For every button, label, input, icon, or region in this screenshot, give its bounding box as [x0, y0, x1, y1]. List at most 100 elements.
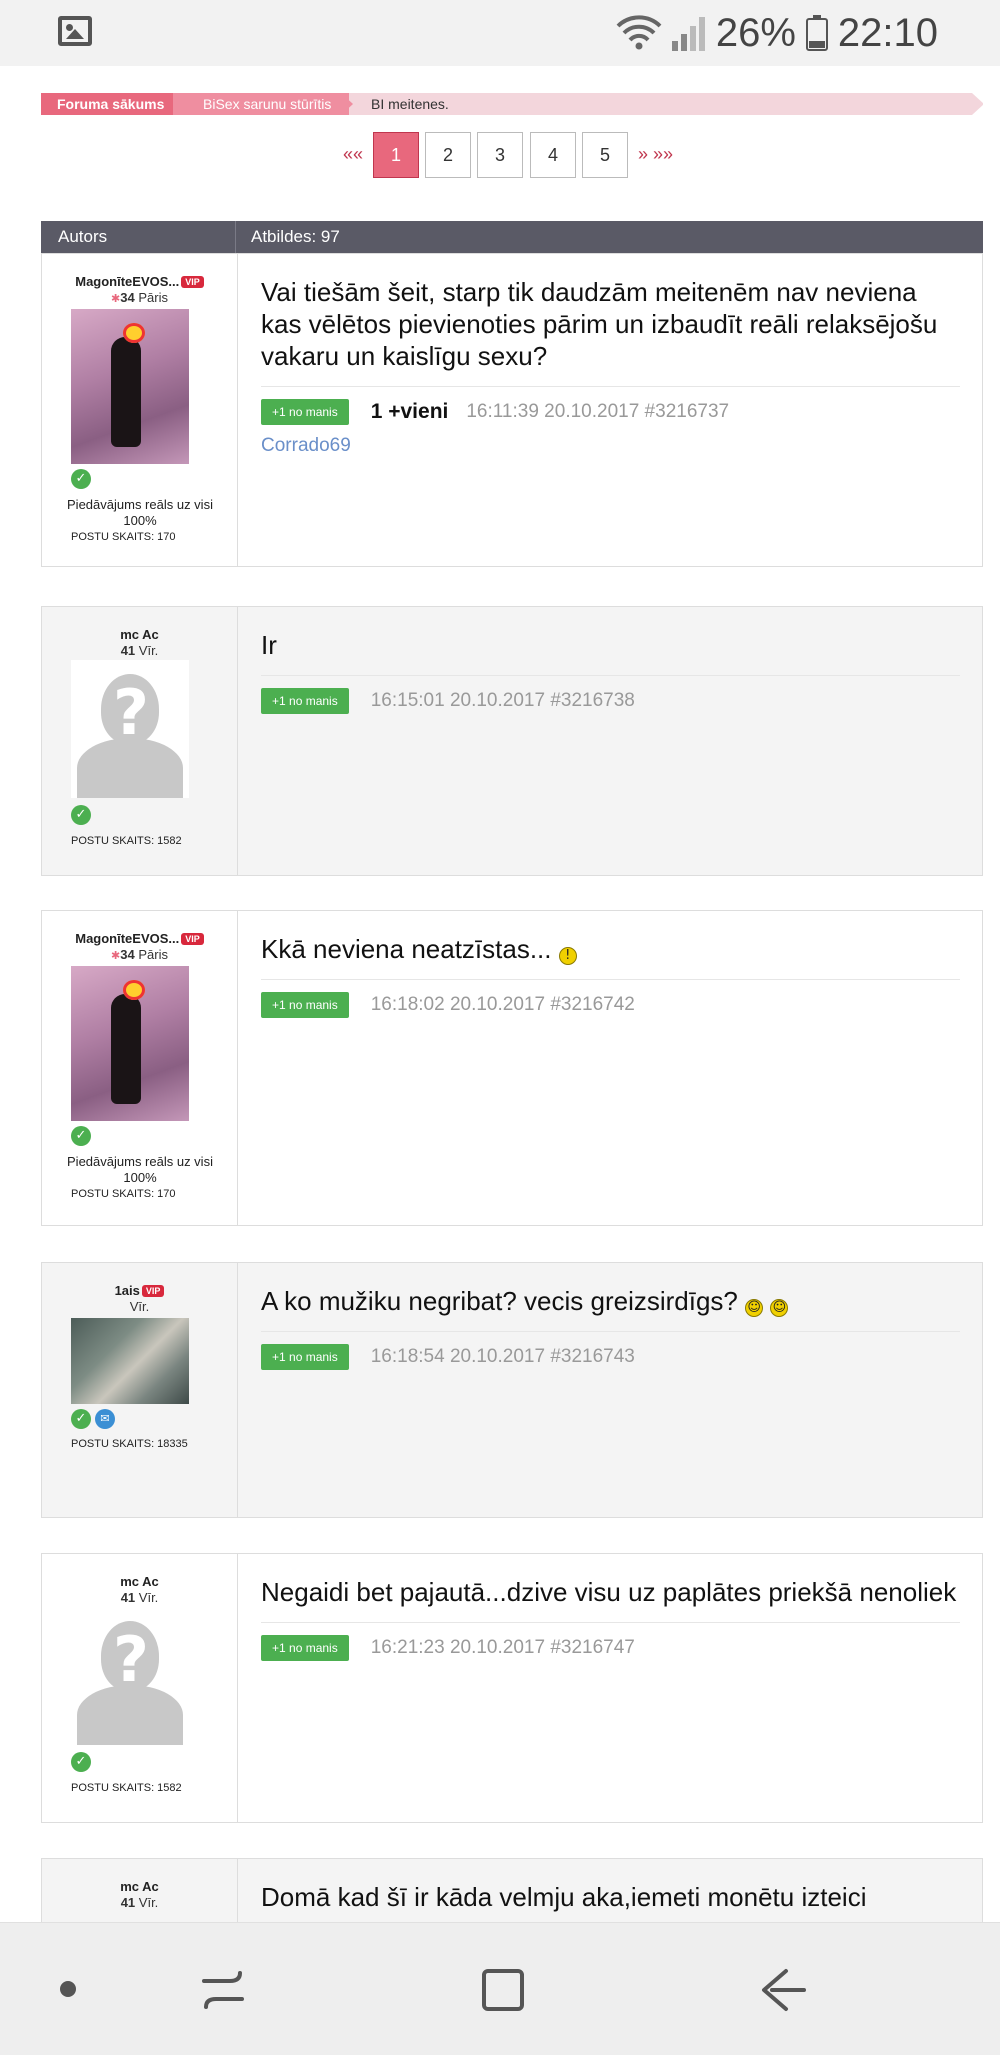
header-author: Autors	[58, 227, 108, 246]
plus-one-button[interactable]: +1 no manis	[261, 992, 349, 1018]
vip-badge: VIP	[141, 1285, 165, 1297]
page-button-1[interactable]: 1	[373, 132, 419, 178]
post-meta: +1 no manis 16:18:54 20.10.2017 #3216743	[261, 1344, 960, 1370]
pagination-prev[interactable]: ««	[343, 144, 363, 165]
verified-icon: ✓	[71, 1409, 91, 1429]
avatar-emoji	[123, 323, 145, 343]
post-message: Vai tiešām šeit, starp tik daudzām meite…	[261, 277, 938, 371]
forum-post: 1ais VIP Vīr. ✓ ✉ POSTU SKAITS: 18335 A k…	[41, 1262, 983, 1518]
user-info: 41 Vīr.	[120, 1590, 159, 1605]
username[interactable]: MagonīteEVOS... VIP	[42, 274, 237, 289]
post-timestamp[interactable]: 16:18:54 20.10.2017 #3216743	[371, 1346, 635, 1368]
back-icon[interactable]	[760, 1967, 806, 2018]
avatar[interactable]	[71, 966, 189, 1121]
username[interactable]: MagonīteEVOS... VIP	[42, 931, 237, 946]
avatar-placeholder[interactable]: ?	[71, 1607, 189, 1745]
star-icon: ✱	[111, 950, 121, 962]
plus-one-button[interactable]: +1 no manis	[261, 399, 349, 425]
post-count: POSTU SKAITS: 18335	[71, 1438, 188, 1450]
post-divider	[261, 386, 960, 387]
liked-by-user[interactable]: Corrado69	[261, 435, 960, 457]
post-count: POSTU SKAITS: 170	[71, 531, 176, 543]
page-button-3[interactable]: 3	[477, 132, 523, 178]
breadcrumb-current: BI meitenes.	[371, 96, 449, 112]
chat-icon: ✉	[95, 1409, 115, 1429]
pagination: «« 1 2 3 4 5 » »»	[6, 132, 994, 180]
username[interactable]: mc Ac	[42, 1574, 237, 1589]
plus-one-button[interactable]: +1 no manis	[261, 1344, 349, 1370]
user-info: 41 Vīr.	[120, 643, 159, 658]
avatar[interactable]	[71, 1318, 189, 1404]
verified-icon: ✓	[71, 1126, 91, 1146]
username[interactable]: 1ais VIP	[42, 1283, 237, 1298]
post-author: mc Ac 41 Vīr. ? ✓ POSTU SKAITS: 1582	[42, 607, 238, 875]
avatar-figure	[111, 337, 141, 447]
post-message: Negaidi bet pajautā...dzive visu uz papl…	[261, 1577, 957, 1607]
plus-one-button[interactable]: +1 no manis	[261, 688, 349, 714]
post-timestamp[interactable]: 16:11:39 20.10.2017 #3216737	[466, 401, 729, 423]
user-badges: ✓ ✉	[71, 1409, 115, 1429]
username[interactable]: mc Ac	[42, 627, 237, 642]
vip-badge: VIP	[181, 276, 204, 288]
recent-apps-icon[interactable]	[200, 1967, 246, 2018]
question-mark-icon: ?	[113, 676, 149, 749]
post-divider	[261, 675, 960, 676]
breadcrumb-home[interactable]: Foruma sākums	[41, 93, 181, 115]
forum-page: Foruma sākums BiSex sarunu stūrītis BI m…	[6, 66, 994, 1978]
post-author: 1ais VIP Vīr. ✓ ✉ POSTU SKAITS: 18335	[42, 1263, 238, 1517]
vip-badge: VIP	[181, 933, 204, 945]
post-timestamp[interactable]: 16:15:01 20.10.2017 #3216738	[371, 690, 635, 712]
post-body: Vai tiešām šeit, starp tik daudzām meite…	[238, 254, 982, 566]
sunglasses-emoji-icon: ☺	[770, 1299, 789, 1317]
breadcrumb-end	[972, 93, 984, 115]
avatar[interactable]	[71, 309, 189, 464]
forum-post: MagonīteEVOS... VIP ✱34 Pāris ✓ Piedāvāju…	[41, 253, 983, 567]
home-icon[interactable]	[480, 1967, 526, 2018]
post-count: POSTU SKAITS: 1582	[71, 1782, 182, 1794]
forum-post: mc Ac 41 Vīr. ? ✓ POSTU SKAITS: 1582 Neg…	[41, 1553, 983, 1823]
pagination-next[interactable]: » »»	[638, 144, 673, 165]
post-divider	[261, 979, 960, 980]
table-header: Autors Atbildes: 97	[41, 221, 983, 253]
user-badges: ✓	[71, 805, 91, 825]
page-button-5[interactable]: 5	[582, 132, 628, 178]
post-message: A ko mužiku negribat? vecis greizsirdīgs…	[261, 1285, 960, 1317]
post-count: POSTU SKAITS: 1582	[71, 835, 182, 847]
header-divider	[235, 221, 236, 253]
exclamation-emoji-icon: !	[558, 947, 577, 965]
post-author: mc Ac 41 Vīr. ? ✓ POSTU SKAITS: 1582	[42, 1554, 238, 1822]
star-icon: ✱	[111, 293, 121, 305]
breadcrumb-category[interactable]: BiSex sarunu stūrītis	[173, 93, 349, 115]
avatar-placeholder[interactable]: ?	[71, 660, 189, 798]
plus-one-button[interactable]: +1 no manis	[261, 1635, 349, 1661]
forum-post: MagonīteEVOS... VIP ✱34 Pāris ✓ Piedāvāju…	[41, 910, 983, 1226]
post-author: MagonīteEVOS... VIP ✱34 Pāris ✓ Piedāvāju…	[42, 254, 238, 566]
user-info: ✱34 Pāris	[111, 290, 168, 305]
status-bar: 26% 22:10	[0, 0, 1000, 66]
post-body: Kkā neviena neatzīstas... ! +1 no manis …	[238, 911, 982, 1225]
user-info: 41 Vīr.	[120, 1895, 159, 1910]
clock: 22:10	[837, 10, 938, 55]
plus-count: 1 +vieni	[370, 400, 449, 423]
post-timestamp[interactable]: 16:21:23 20.10.2017 #3216747	[371, 1637, 635, 1659]
post-body: Ir +1 no manis 16:15:01 20.10.2017 #3216…	[238, 607, 982, 875]
user-badges: ✓	[71, 1126, 91, 1146]
post-body: A ko mužiku negribat? vecis greizsirdīgs…	[238, 1263, 982, 1517]
post-meta: +1 no manis 16:18:02 20.10.2017 #3216742	[261, 992, 960, 1018]
post-body: Negaidi bet pajautā...dzive visu uz papl…	[238, 1554, 982, 1822]
post-author: MagonīteEVOS... VIP ✱34 Pāris ✓ Piedāvāju…	[42, 911, 238, 1225]
user-offer: Piedāvājums reāls uz visi 100%	[67, 497, 213, 528]
username[interactable]: mc Ac	[42, 1879, 237, 1894]
page-button-4[interactable]: 4	[530, 132, 576, 178]
user-info: ✱34 Pāris	[111, 947, 168, 962]
user-offer: Piedāvājums reāls uz visi 100%	[67, 1154, 213, 1185]
navigation-bar	[0, 1922, 1000, 2055]
avatar-emoji	[123, 980, 145, 1000]
dot-icon[interactable]	[60, 1981, 76, 1997]
page-button-2[interactable]: 2	[425, 132, 471, 178]
post-meta: +1 no manis 16:15:01 20.10.2017 #3216738	[261, 688, 960, 714]
user-badges: ✓	[71, 469, 91, 489]
battery-percent: 26%	[715, 10, 796, 55]
post-timestamp[interactable]: 16:18:02 20.10.2017 #3216742	[371, 994, 635, 1016]
verified-icon: ✓	[71, 469, 91, 489]
